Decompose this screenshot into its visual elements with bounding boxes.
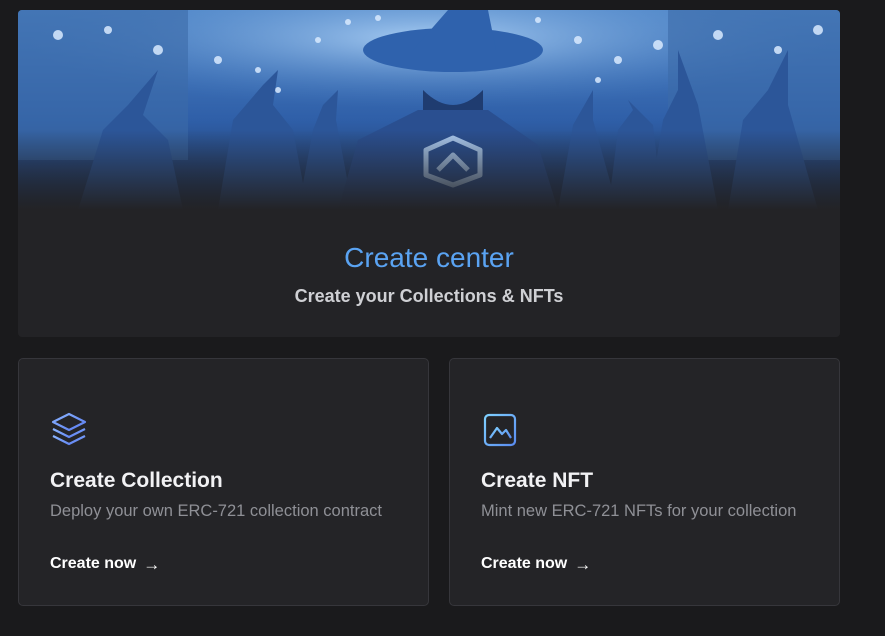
arrow-right-icon: → (143, 554, 161, 574)
hero-image (18, 10, 840, 210)
card-description: Mint new ERC-721 NFTs for your collectio… (481, 502, 797, 520)
card-title: Create Collection (50, 469, 223, 492)
create-collection-card[interactable]: Create Collection Deploy your own ERC-72… (18, 358, 429, 606)
card-description: Deploy your own ERC-721 collection contr… (50, 502, 382, 520)
layers-icon (51, 412, 87, 446)
image-icon (483, 413, 517, 447)
cta-label: Create now (481, 555, 568, 572)
hero-banner: Create center Create your Collections & … (18, 10, 840, 337)
cta-label: Create now (50, 555, 137, 572)
create-collection-link[interactable]: Create now → (50, 555, 160, 573)
card-title: Create NFT (481, 469, 594, 492)
page-subtitle: Create your Collections & NFTs (294, 286, 564, 306)
arrow-right-icon: → (574, 554, 592, 574)
create-nft-link[interactable]: Create now → (481, 555, 591, 573)
create-nft-card[interactable]: Create NFT Mint new ERC-721 NFTs for you… (449, 358, 840, 606)
page-title: Create center (344, 242, 514, 273)
